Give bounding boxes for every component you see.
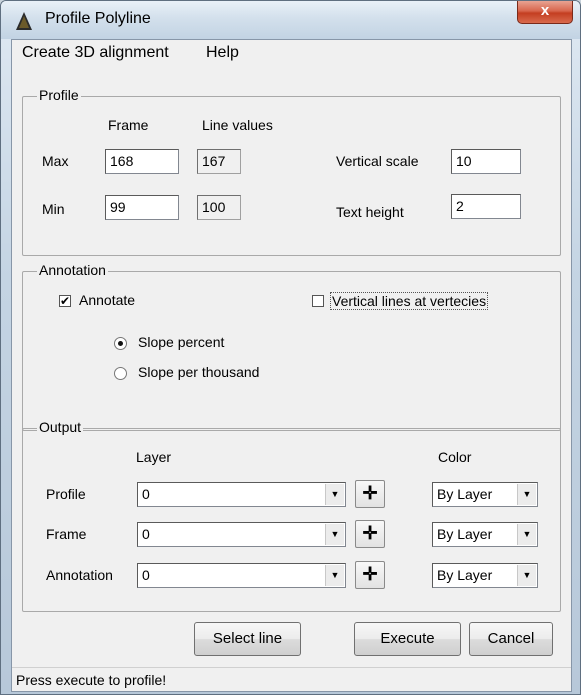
select-line-button[interactable]: Select line [194, 622, 301, 656]
crosshair-icon: ✛ [362, 564, 378, 584]
slope-percent-radio[interactable] [114, 337, 127, 350]
chevron-down-icon[interactable]: ▼ [325, 484, 344, 505]
min-label: Min [42, 201, 65, 217]
profile-color-value: By Layer [437, 486, 493, 502]
chevron-down-icon[interactable]: ▼ [517, 565, 536, 586]
profile-layer-value: 0 [142, 486, 150, 502]
dialog-client-area: Create 3D alignment Help Profile Frame L… [11, 39, 572, 692]
frame-color-value: By Layer [437, 526, 493, 542]
annotation-layer-select[interactable]: 0 ▼ [137, 563, 346, 588]
annotate-checkbox[interactable]: ✔ [59, 295, 71, 307]
profile-layer-select[interactable]: 0 ▼ [137, 482, 346, 507]
output-group-label: Output [37, 419, 84, 435]
output-row-label: Annotation [46, 567, 113, 583]
profile-layer-pick-button[interactable]: ✛ [355, 480, 385, 508]
text-height-input[interactable]: 2 [451, 194, 521, 219]
line-values-column-header: Line values [202, 117, 273, 133]
slope-per-thousand-label: Slope per thousand [138, 364, 260, 380]
menu-help[interactable]: Help [206, 44, 239, 62]
crosshair-icon: ✛ [362, 483, 378, 503]
frame-color-select[interactable]: By Layer ▼ [432, 522, 538, 547]
text-height-label: Text height [336, 204, 404, 220]
status-text: Press execute to profile! [16, 672, 167, 688]
chevron-down-icon[interactable]: ▼ [325, 565, 344, 586]
status-bar: Press execute to profile! [12, 667, 571, 692]
min-frame-input[interactable]: 99 [105, 195, 179, 220]
close-button[interactable]: x [517, 1, 573, 24]
frame-column-header: Frame [108, 117, 149, 133]
window-title: Profile Polyline [45, 10, 151, 27]
cancel-button[interactable]: Cancel [469, 622, 553, 656]
layer-column-header: Layer [136, 449, 172, 465]
frame-layer-pick-button[interactable]: ✛ [355, 520, 385, 548]
menu-bar: Create 3D alignment Help [12, 40, 571, 64]
max-frame-input[interactable]: 168 [105, 149, 179, 174]
slope-per-thousand-radio[interactable] [114, 367, 127, 380]
frame-layer-value: 0 [142, 526, 150, 542]
annotate-label: Annotate [79, 292, 136, 308]
close-icon: x [540, 2, 550, 19]
annotation-color-value: By Layer [437, 567, 493, 583]
profile-group-label: Profile [37, 87, 81, 103]
profile-group: Profile Frame Line values Max Min 168 16… [22, 87, 561, 256]
menu-create-3d-alignment[interactable]: Create 3D alignment [22, 44, 169, 62]
annotation-layer-pick-button[interactable]: ✛ [355, 561, 385, 589]
vertical-lines-label: Vertical lines at vertecies [330, 292, 489, 310]
annotation-color-select[interactable]: By Layer ▼ [432, 563, 538, 588]
chevron-down-icon[interactable]: ▼ [517, 484, 536, 505]
output-group: Output Layer Color Profile 0 ▼ ✛ By Laye… [22, 419, 561, 612]
vertical-scale-label: Vertical scale [336, 153, 419, 169]
output-row-label: Profile [46, 486, 86, 502]
frame-layer-select[interactable]: 0 ▼ [137, 522, 346, 547]
annotation-layer-value: 0 [142, 567, 150, 583]
chevron-down-icon[interactable]: ▼ [325, 524, 344, 545]
execute-button[interactable]: Execute [354, 622, 461, 656]
slope-percent-label: Slope percent [138, 334, 225, 350]
annotation-group: Annotation ✔ Annotate Vertical lines at … [22, 262, 561, 431]
crosshair-icon: ✛ [362, 523, 378, 543]
vertical-scale-input[interactable]: 10 [451, 149, 521, 174]
profile-color-select[interactable]: By Layer ▼ [432, 482, 538, 507]
warning-triangle-icon [16, 12, 32, 30]
annotation-group-label: Annotation [37, 262, 108, 278]
vertical-lines-checkbox[interactable] [312, 295, 324, 307]
profile-polyline-window: Profile Polyline x Create 3D alignment H… [0, 0, 581, 695]
color-column-header: Color [438, 449, 472, 465]
output-row-label: Frame [46, 526, 87, 542]
chevron-down-icon[interactable]: ▼ [517, 524, 536, 545]
max-line-value: 167 [197, 149, 241, 174]
max-label: Max [42, 153, 69, 169]
min-line-value: 100 [197, 195, 241, 220]
title-bar[interactable]: Profile Polyline x [1, 1, 580, 39]
